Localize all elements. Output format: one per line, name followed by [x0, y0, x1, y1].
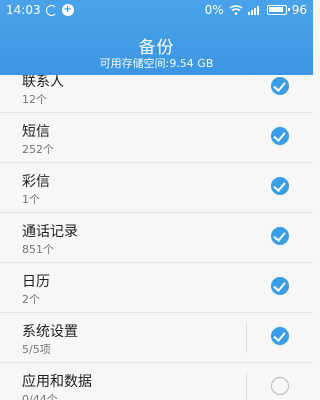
list-item-call-log[interactable]: 通话记录 851个: [0, 213, 313, 263]
checkbox-checked-icon[interactable]: [271, 227, 289, 245]
item-label: 日历: [22, 274, 50, 290]
item-label: 联系人: [22, 75, 64, 90]
checkbox-checked-icon[interactable]: [271, 177, 289, 195]
checkbox-checked-icon[interactable]: [271, 127, 289, 145]
list-item-contacts[interactable]: 联系人 12个: [0, 75, 313, 113]
checkbox-unchecked-icon[interactable]: [271, 377, 289, 395]
battery-icon: [266, 5, 290, 15]
checkbox-checked-icon[interactable]: [271, 327, 289, 345]
item-label: 彩信: [22, 174, 50, 190]
storage-available: 可用存储空间:9.54 GB: [99, 57, 214, 70]
item-count: 5/5项: [22, 343, 51, 356]
item-count: 12个: [22, 93, 47, 106]
item-count: 2个: [22, 293, 40, 306]
item-count: 0/44个: [22, 393, 58, 400]
list-item-mms[interactable]: 彩信 1个: [0, 163, 313, 213]
item-label: 通话记录: [22, 224, 78, 240]
signal-icon: [247, 5, 262, 15]
item-label: 应用和数据: [22, 374, 92, 390]
header: 14:03 + 0% 96 备份 可用存储空间:9.54 GB: [0, 0, 313, 75]
wifi-icon: [229, 5, 243, 15]
network-speed: 0%: [204, 3, 224, 17]
sync-icon: [45, 4, 57, 16]
list-item-system-settings[interactable]: 系统设置 5/5项: [0, 313, 313, 363]
list-item-sms[interactable]: 短信 252个: [0, 113, 313, 163]
list-item-calendar[interactable]: 日历 2个: [0, 263, 313, 313]
plus-icon: +: [61, 4, 74, 16]
item-count: 252个: [22, 143, 54, 156]
checkbox-checked-icon[interactable]: [271, 277, 289, 295]
list-item-apps-data[interactable]: 应用和数据 0/44个: [0, 363, 313, 400]
status-bar: 14:03 + 0% 96: [0, 0, 313, 20]
backup-list[interactable]: 联系人 12个 短信 252个 彩信 1个 通话记录 851个 日历 2个 系统…: [0, 75, 313, 400]
checkbox-checked-icon[interactable]: [271, 77, 289, 95]
item-count: 1个: [22, 193, 40, 206]
battery-level: 96: [291, 3, 307, 17]
item-label: 短信: [22, 124, 50, 140]
divider: [246, 373, 247, 400]
item-label: 系统设置: [22, 324, 78, 340]
item-count: 851个: [22, 243, 54, 256]
status-time: 14:03: [6, 3, 41, 17]
divider: [246, 323, 247, 353]
